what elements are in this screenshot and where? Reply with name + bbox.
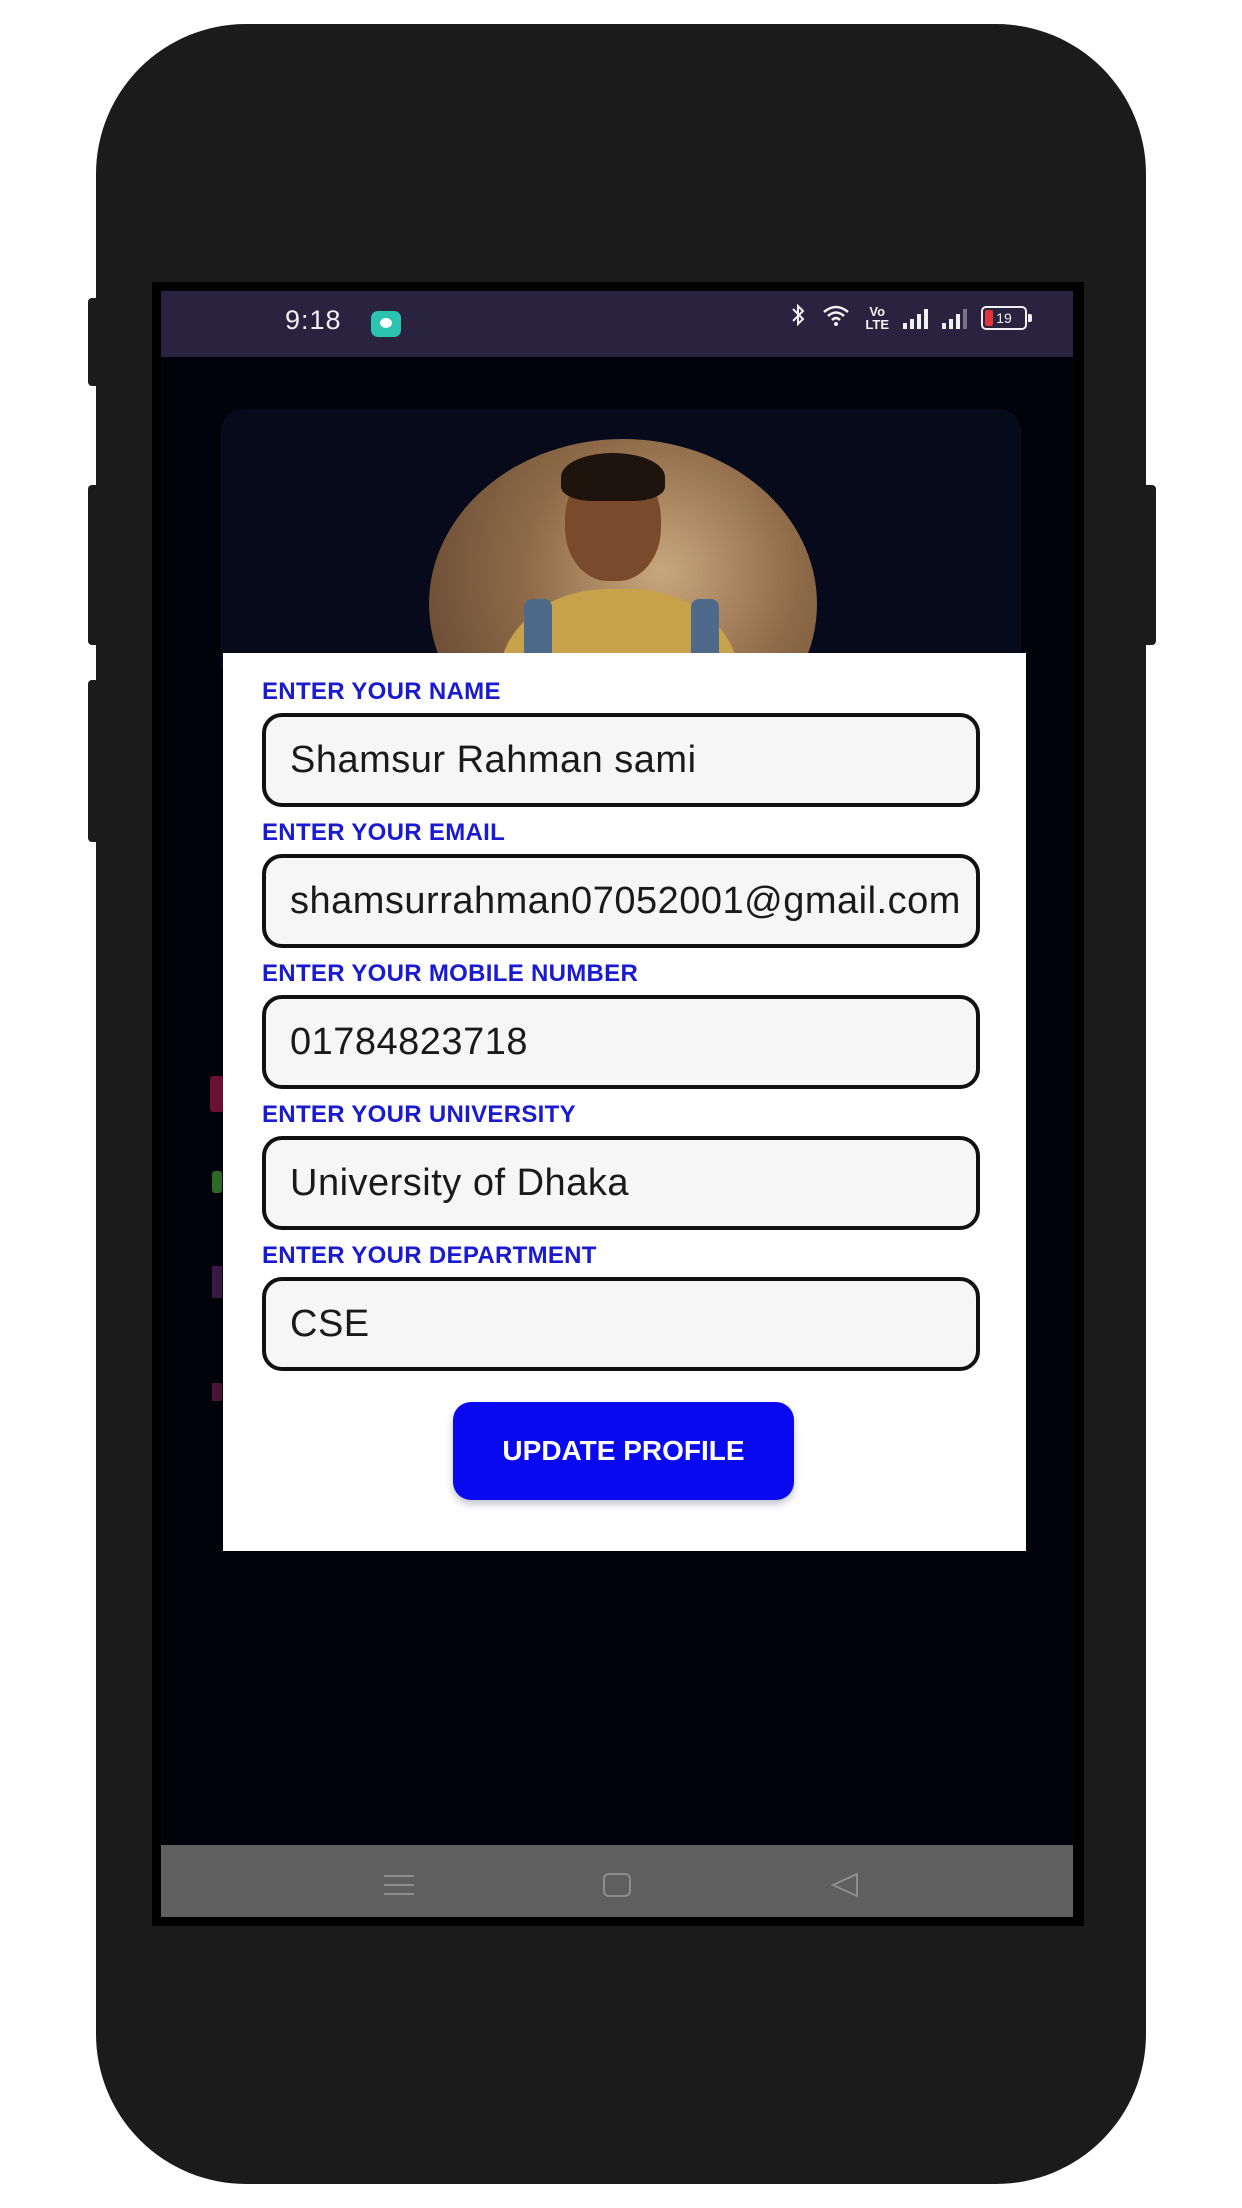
status-bar: 9:18 Vo LTE 19 bbox=[161, 291, 1073, 357]
name-input[interactable]: Shamsur Rahman sami bbox=[262, 713, 980, 807]
phone-side-button bbox=[88, 298, 102, 386]
background-icon bbox=[212, 1383, 222, 1401]
message-icon bbox=[371, 311, 401, 337]
bluetooth-icon bbox=[789, 303, 807, 333]
navigation-bar bbox=[161, 1845, 1073, 1917]
volte-icon: Vo LTE bbox=[865, 304, 889, 332]
signal-icon-2 bbox=[942, 307, 967, 329]
wifi-icon bbox=[821, 303, 851, 333]
email-input[interactable]: shamsurrahman07052001@gmail.com bbox=[262, 854, 980, 948]
mobile-input[interactable]: 01784823718 bbox=[262, 995, 980, 1089]
background-icon bbox=[212, 1171, 222, 1193]
phone-power-button bbox=[1142, 485, 1156, 645]
signal-icon bbox=[903, 307, 928, 329]
status-time: 9:18 bbox=[285, 305, 342, 335]
app-display: 9:18 Vo LTE 19 ENTER YOUR NAME Shamsur R… bbox=[161, 291, 1073, 1917]
email-label: ENTER YOUR EMAIL bbox=[262, 819, 506, 846]
name-label: ENTER YOUR NAME bbox=[262, 678, 501, 705]
home-icon[interactable] bbox=[603, 1873, 631, 1897]
status-icons: Vo LTE 19 bbox=[789, 303, 1032, 333]
department-input[interactable]: CSE bbox=[262, 1277, 980, 1371]
university-input[interactable]: University of Dhaka bbox=[262, 1136, 980, 1230]
background-icon bbox=[212, 1266, 222, 1298]
battery-icon: 19 bbox=[981, 306, 1032, 330]
university-label: ENTER YOUR UNIVERSITY bbox=[262, 1101, 576, 1128]
edit-profile-dialog: ENTER YOUR NAME Shamsur Rahman sami ENTE… bbox=[223, 653, 1026, 1551]
mobile-label: ENTER YOUR MOBILE NUMBER bbox=[262, 960, 639, 987]
menu-icon[interactable] bbox=[384, 1875, 414, 1897]
background-icon bbox=[210, 1076, 224, 1112]
back-icon[interactable] bbox=[829, 1871, 861, 1904]
update-profile-button[interactable]: UPDATE PROFILE bbox=[453, 1402, 794, 1500]
department-label: ENTER YOUR DEPARTMENT bbox=[262, 1242, 597, 1269]
phone-volume-down-button bbox=[88, 680, 102, 842]
phone-volume-up-button bbox=[88, 485, 102, 645]
